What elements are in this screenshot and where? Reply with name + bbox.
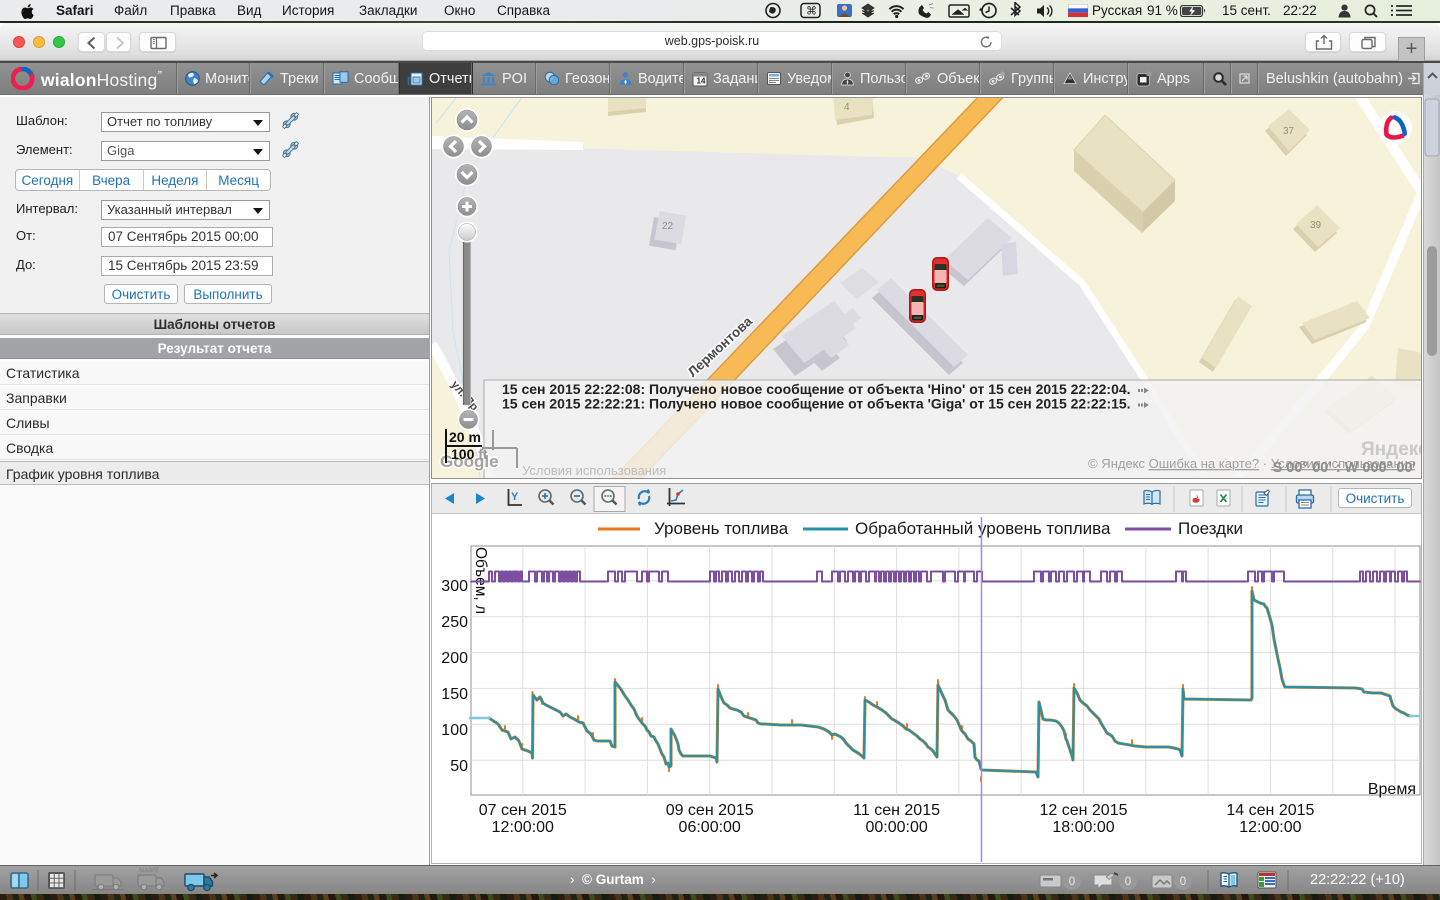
svg-text:06:00:00: 06:00:00 [679, 819, 741, 836]
svg-text:50: 50 [450, 758, 468, 775]
svg-text:39: 39 [1310, 220, 1322, 231]
svg-text:15 сен 2015 22:22:21: Получено: 15 сен 2015 22:22:21: Получено новое соо… [502, 396, 1131, 412]
svg-text:150: 150 [441, 686, 468, 703]
svg-text:300: 300 [441, 578, 468, 595]
svg-text:37: 37 [1283, 126, 1295, 137]
svg-text:Обработанный уровень топлива: Обработанный уровень топлива [855, 519, 1111, 538]
svg-text:4: 4 [844, 102, 850, 113]
svg-text:0: 0 [1180, 876, 1186, 888]
svg-text:250: 250 [441, 614, 468, 631]
svg-text:Время: Время [1368, 781, 1416, 798]
svg-text:18:00:00: 18:00:00 [1052, 819, 1114, 836]
svg-text:12:00:00: 12:00:00 [492, 819, 554, 836]
svg-text:11 сен 2015: 11 сен 2015 [853, 802, 940, 819]
svg-text:Y: Y [511, 491, 519, 503]
svg-text:100: 100 [441, 722, 468, 739]
svg-text:0: 0 [1069, 876, 1075, 888]
svg-text:Условия использования: Условия использования [522, 463, 666, 478]
svg-text:09 сен 2015: 09 сен 2015 [666, 802, 754, 819]
svg-text:NAME: NAME [139, 868, 160, 875]
svg-text:20 m: 20 m [449, 429, 481, 445]
svg-text:S 00° 00' : W 000° 00': S 00° 00' : W 000° 00' [1273, 460, 1416, 476]
svg-text:07 сен 2015: 07 сен 2015 [479, 802, 567, 819]
svg-text:12 сен 2015: 12 сен 2015 [1039, 802, 1127, 819]
svg-text:22: 22 [662, 221, 674, 232]
svg-text:0: 0 [1125, 876, 1131, 888]
svg-text:100 ft: 100 ft [451, 446, 488, 462]
svg-text:⌘: ⌘ [806, 6, 817, 18]
svg-text:14: 14 [697, 76, 706, 85]
svg-text:Уровень топлива: Уровень топлива [654, 519, 789, 538]
svg-text:12:00:00: 12:00:00 [1239, 819, 1301, 836]
svg-text:00:00:00: 00:00:00 [865, 819, 927, 836]
svg-text:200: 200 [441, 650, 468, 667]
svg-text:Поездки: Поездки [1178, 519, 1243, 538]
svg-text:14 сен 2015: 14 сен 2015 [1226, 802, 1314, 819]
